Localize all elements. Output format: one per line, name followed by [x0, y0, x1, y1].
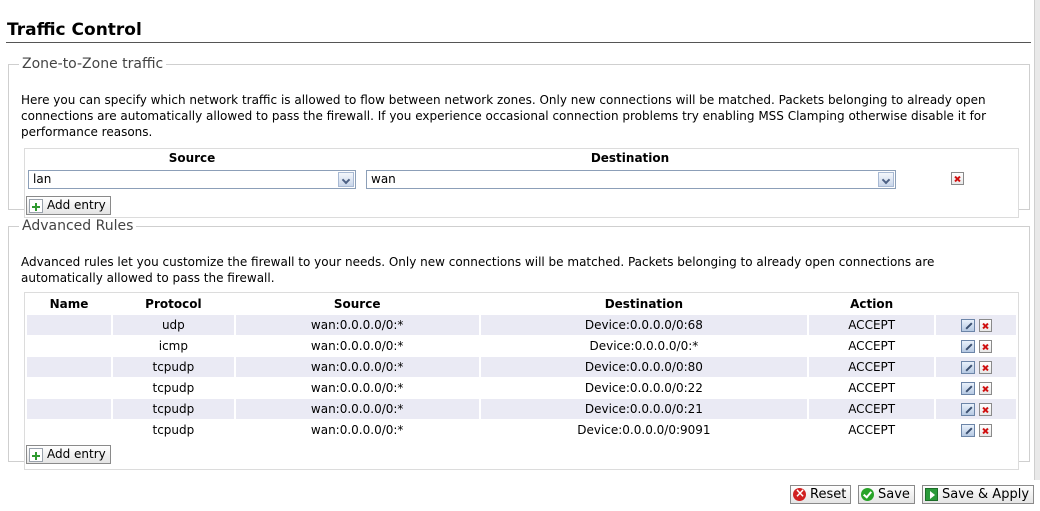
rule-action: ACCEPT: [809, 315, 935, 335]
save-icon: [861, 488, 874, 501]
edit-icon[interactable]: [960, 361, 975, 374]
rule-controls: [936, 420, 1016, 440]
advanced-rules-section: Advanced Rules Advanced rules let you cu…: [8, 218, 1030, 470]
zone-add-entry-label: Add entry: [47, 198, 106, 212]
rule-name: [27, 357, 111, 377]
rule-name: [27, 315, 111, 335]
edit-icon[interactable]: [960, 340, 975, 353]
rule-controls: [936, 315, 1016, 335]
delete-icon[interactable]: [978, 382, 992, 395]
rule-destination: Device:0.0.0.0/0:9091: [577, 423, 711, 437]
rule-protocol: icmp: [158, 339, 188, 353]
rule-source: wan:0.0.0.0/0:*: [310, 423, 404, 437]
rule-destination: Device:0.0.0.0/0:80: [480, 357, 808, 377]
source-zone-select[interactable]: lan: [28, 170, 356, 189]
advanced-rules-description: Advanced rules let you customize the fir…: [21, 255, 935, 285]
title-divider: [6, 42, 1031, 43]
rule-destination: Device:0.0.0.0/0:*: [589, 339, 699, 353]
save-label: Save: [878, 487, 910, 502]
table-row: icmp wan:0.0.0.0/0:* Device:0.0.0.0/0:* …: [27, 336, 1016, 356]
chevron-down-icon[interactable]: [338, 172, 354, 187]
page-title: Traffic Control: [7, 20, 142, 40]
window-edge: [1034, 0, 1040, 480]
rule-protocol: tcpudp: [112, 357, 234, 377]
rule-name: [27, 378, 111, 398]
rule-source: wan:0.0.0.0/0:*: [235, 315, 479, 335]
zone-to-zone-section: Zone-to-Zone traffic Here you can specif…: [8, 56, 1030, 218]
add-icon: [29, 447, 43, 462]
column-header-action: Action: [850, 297, 894, 311]
delete-icon[interactable]: [978, 361, 992, 374]
column-header-source: Source: [168, 151, 216, 165]
rule-protocol: tcpudp: [152, 381, 195, 395]
save-apply-label: Save & Apply: [942, 487, 1030, 502]
advanced-rules-table-wrap: Name Protocol Source Destination Action …: [24, 292, 1019, 470]
rule-protocol: udp: [112, 315, 234, 335]
rule-controls: [936, 378, 1016, 398]
zone-to-zone-legend: Zone-to-Zone traffic: [22, 56, 164, 72]
destination-zone-select[interactable]: wan: [366, 170, 896, 189]
column-header-source: Source: [333, 297, 381, 311]
column-header-name: Name: [49, 297, 89, 311]
delete-icon[interactable]: [978, 403, 992, 416]
advanced-rules-table: Name Protocol Source Destination Action …: [25, 293, 1018, 441]
advanced-add-entry-label: Add entry: [47, 447, 106, 461]
rule-destination: Device:0.0.0.0/0:68: [480, 315, 808, 335]
rule-controls: [936, 399, 1016, 419]
delete-icon[interactable]: [978, 340, 992, 353]
chevron-down-icon[interactable]: [878, 172, 894, 187]
rule-source: wan:0.0.0.0/0:*: [235, 357, 479, 377]
column-header-destination: Destination: [590, 151, 670, 165]
save-apply-button[interactable]: Save & Apply: [922, 485, 1035, 504]
edit-icon[interactable]: [960, 382, 975, 395]
zone-to-zone-table: Source Destination lan wan Add entry: [24, 148, 1019, 218]
rule-name: [27, 336, 111, 356]
zone-to-zone-description: Here you can specify which network traff…: [21, 93, 987, 139]
rule-action: ACCEPT: [809, 357, 935, 377]
rule-protocol: tcpudp: [112, 399, 234, 419]
table-row: tcpudp wan:0.0.0.0/0:* Device:0.0.0.0/0:…: [27, 399, 1016, 419]
table-row: tcpudp wan:0.0.0.0/0:* Device:0.0.0.0/0:…: [27, 420, 1016, 440]
edit-icon[interactable]: [960, 319, 975, 332]
rule-destination: Device:0.0.0.0/0:21: [480, 399, 808, 419]
column-header-controls: [936, 294, 1016, 314]
rule-source: wan:0.0.0.0/0:*: [235, 399, 479, 419]
advanced-rules-legend: Advanced Rules: [22, 218, 134, 234]
delete-icon[interactable]: [978, 424, 992, 437]
reset-label: Reset: [810, 487, 847, 502]
delete-icon[interactable]: [978, 319, 992, 332]
zone-add-entry-button[interactable]: Add entry: [26, 196, 111, 215]
table-row: tcpudp wan:0.0.0.0/0:* Device:0.0.0.0/0:…: [27, 378, 1016, 398]
rule-action: ACCEPT: [848, 381, 896, 395]
rule-controls: [936, 357, 1016, 377]
column-header-destination: Destination: [604, 297, 684, 311]
apply-icon: [925, 488, 938, 501]
table-row: udp wan:0.0.0.0/0:* Device:0.0.0.0/0:68 …: [27, 315, 1016, 335]
rule-protocol: tcpudp: [152, 423, 195, 437]
source-zone-value: lan: [33, 172, 52, 186]
save-button[interactable]: Save: [858, 485, 915, 504]
rule-source: wan:0.0.0.0/0:*: [310, 381, 404, 395]
reset-button[interactable]: Reset: [790, 485, 852, 504]
column-header-protocol: Protocol: [145, 297, 202, 311]
rule-name: [27, 420, 111, 440]
destination-zone-value: wan: [371, 172, 396, 186]
rule-name: [27, 399, 111, 419]
delete-icon[interactable]: [951, 172, 964, 185]
edit-icon[interactable]: [960, 424, 975, 437]
add-icon: [29, 198, 43, 213]
rule-action: ACCEPT: [848, 423, 896, 437]
rule-controls: [936, 336, 1016, 356]
rule-destination: Device:0.0.0.0/0:22: [584, 381, 703, 395]
rule-source: wan:0.0.0.0/0:*: [310, 339, 404, 353]
table-row: tcpudp wan:0.0.0.0/0:* Device:0.0.0.0/0:…: [27, 357, 1016, 377]
edit-icon[interactable]: [960, 403, 975, 416]
rule-action: ACCEPT: [848, 339, 896, 353]
advanced-add-entry-button[interactable]: Add entry: [26, 445, 111, 464]
reset-icon: [793, 485, 806, 502]
rule-action: ACCEPT: [809, 399, 935, 419]
